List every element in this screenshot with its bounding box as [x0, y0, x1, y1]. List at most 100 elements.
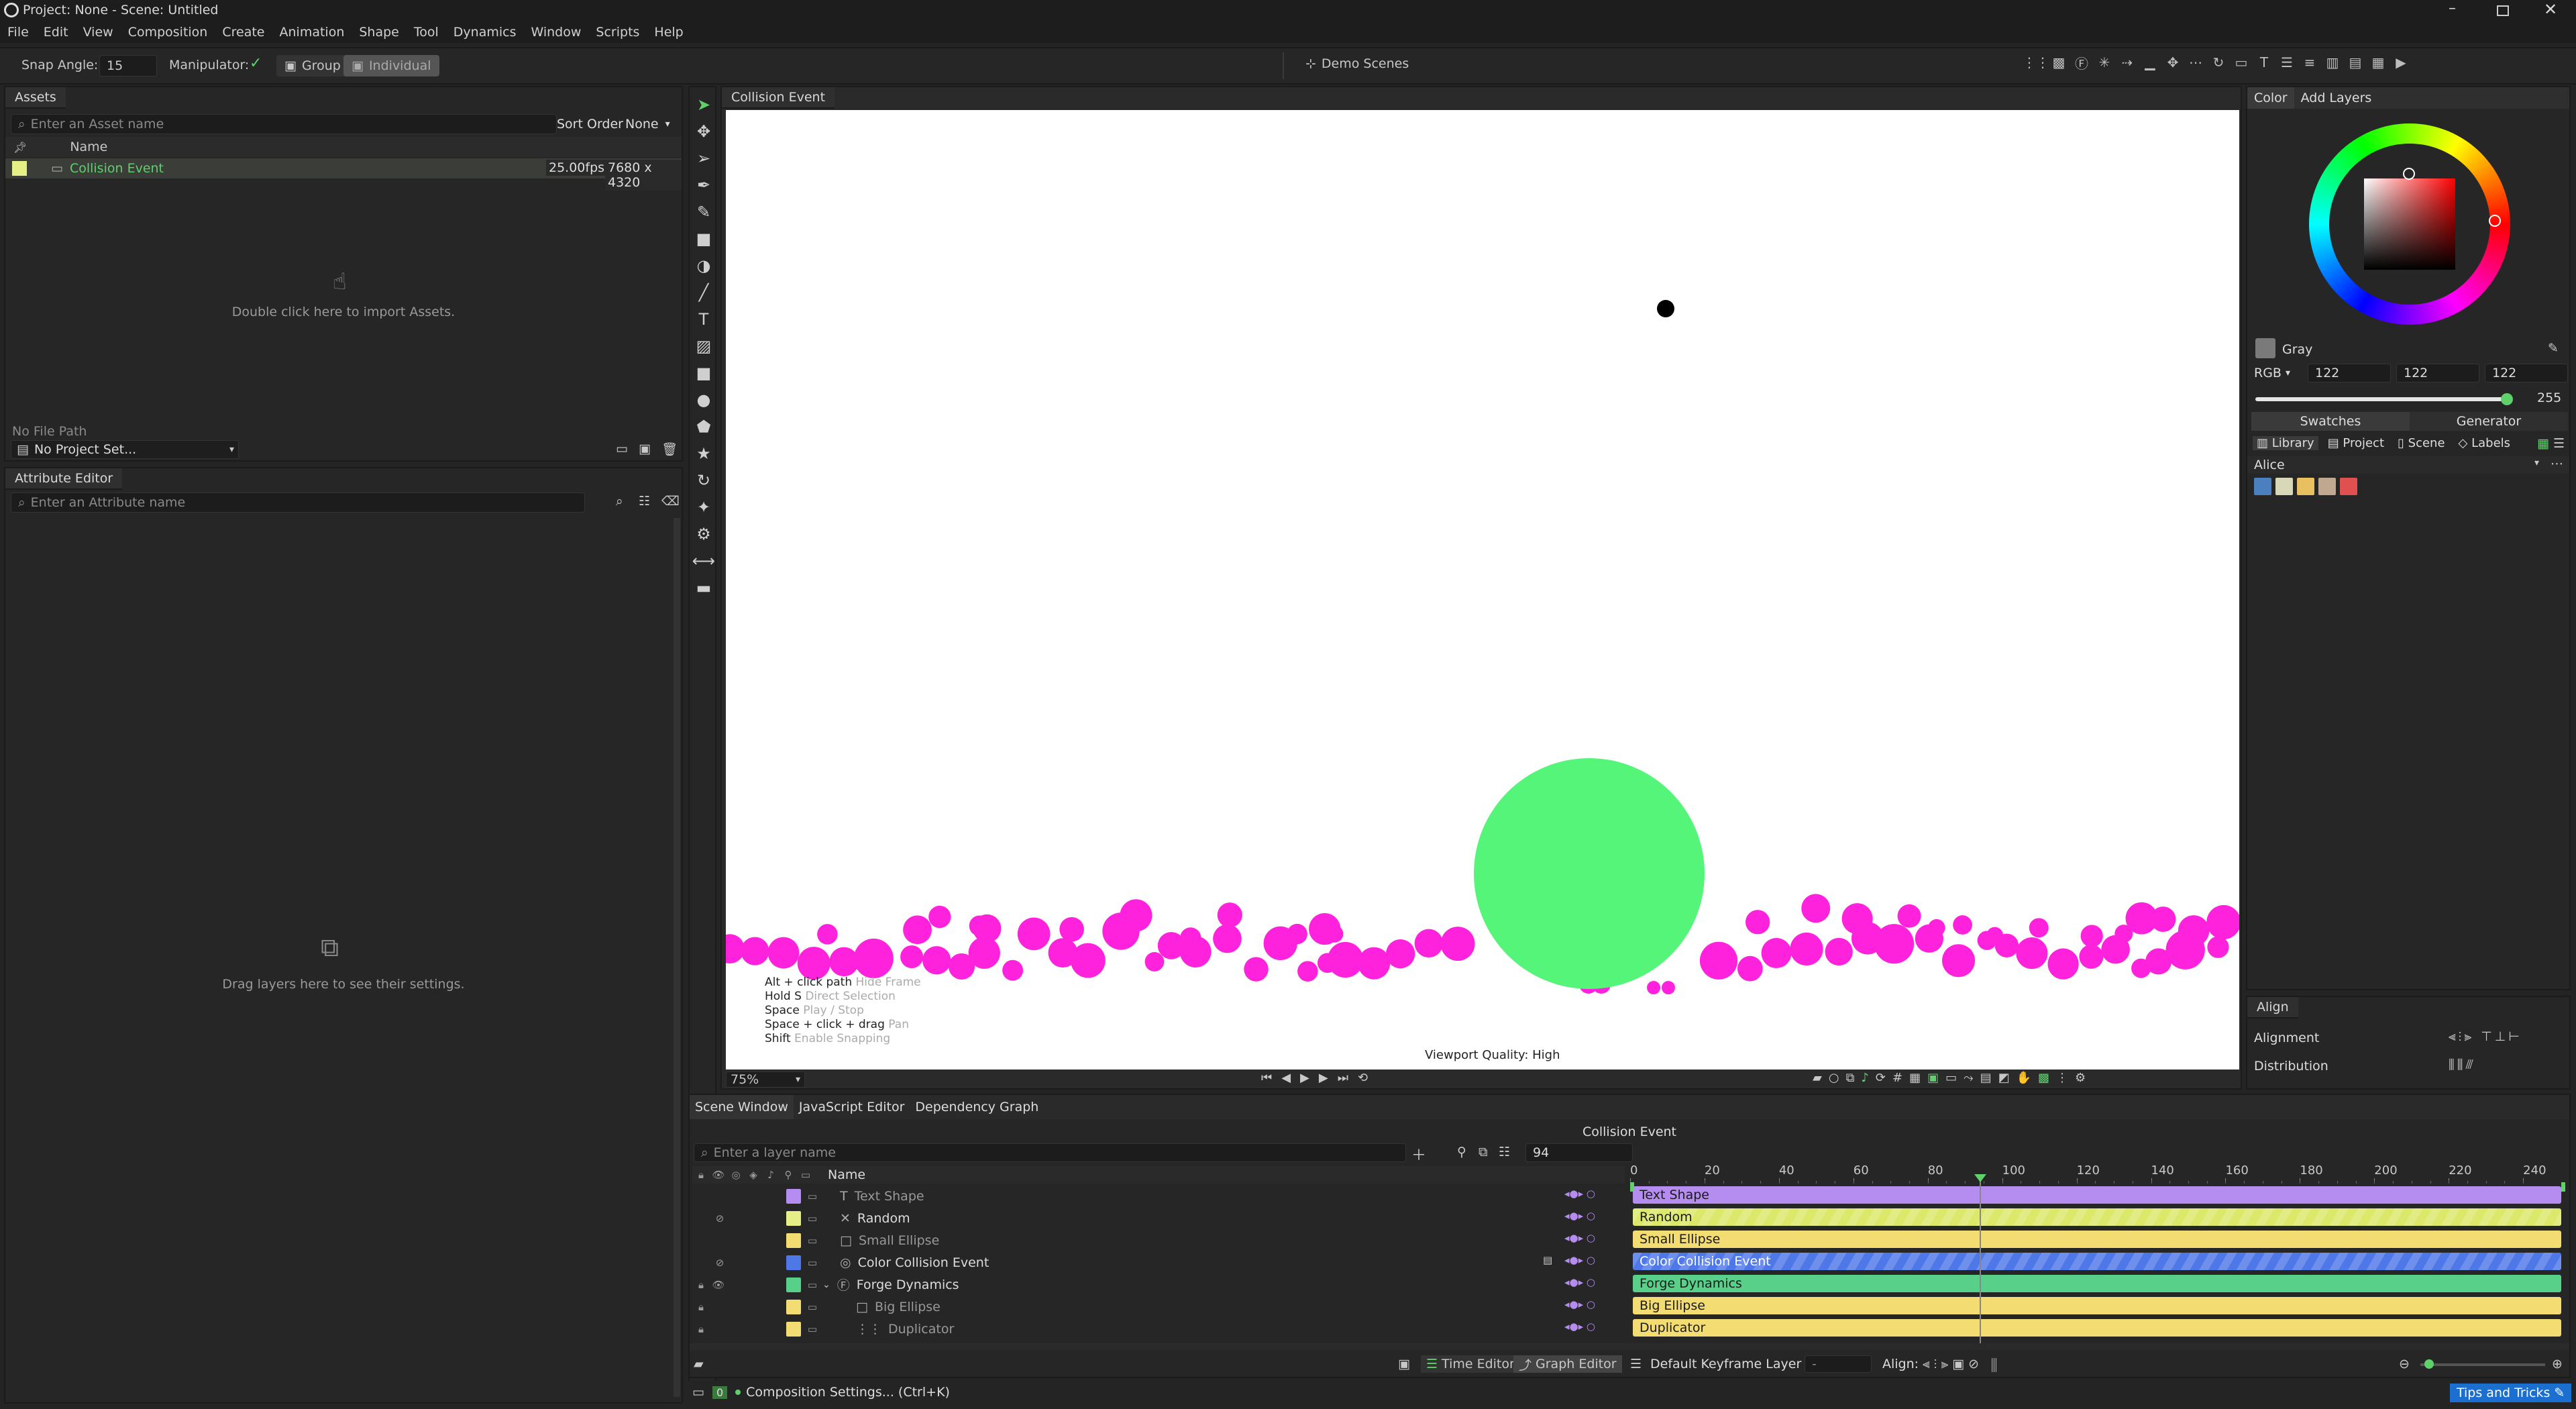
- menu-edit[interactable]: Edit: [36, 25, 76, 40]
- lock-column-icon[interactable]: 🔒︎: [692, 1166, 710, 1184]
- timeline-bar[interactable]: Forge Dynamics: [1633, 1275, 2561, 1292]
- scrollbar[interactable]: [674, 518, 680, 1397]
- tab-generator[interactable]: Generator: [2410, 414, 2568, 429]
- layer-row[interactable]: 🔒︎ ▭ □ Big Ellipse ◂●▸ ○: [692, 1296, 1626, 1318]
- layer-row[interactable]: ▭ □ Small Ellipse ◂●▸ ○: [692, 1229, 1626, 1251]
- layer-color-swatch[interactable]: [786, 1188, 801, 1204]
- menu-window[interactable]: Window: [523, 25, 588, 40]
- frame-input[interactable]: 94: [1525, 1143, 1633, 1162]
- menu-file[interactable]: File: [0, 25, 36, 40]
- camera-tool-icon[interactable]: ■: [690, 225, 718, 252]
- play-icon[interactable]: ▶︎: [1300, 1071, 1309, 1085]
- rectangle-tool-icon[interactable]: ■: [690, 360, 718, 386]
- link-icon[interactable]: ⚲: [1457, 1145, 1466, 1159]
- loop-icon[interactable]: ⟲: [1358, 1071, 1368, 1085]
- graph-editor-button[interactable]: ⤴ Graph Editor: [1513, 1355, 1622, 1373]
- path-icon[interactable]: ⤳: [1964, 1071, 1973, 1085]
- overlay-icon[interactable]: ◩: [1998, 1071, 2010, 1085]
- current-color-swatch[interactable]: [2255, 338, 2275, 358]
- layer-search-input[interactable]: ⌕ Enter a layer name: [694, 1143, 1406, 1162]
- motion-blur-icon[interactable]: [746, 1188, 786, 1205]
- palette-swatch-1[interactable]: [2254, 478, 2271, 495]
- tab-library[interactable]: ▥ Library: [2253, 436, 2318, 450]
- menu-composition[interactable]: Composition: [121, 25, 215, 40]
- viewport-tab[interactable]: Collision Event: [722, 87, 835, 109]
- menu-shape[interactable]: Shape: [352, 25, 407, 40]
- align-keys-icons[interactable]: ⫷⫶⫸▣⊘ ⫼: [1923, 1357, 2001, 1371]
- zoom-out-icon[interactable]: ⊖: [2399, 1357, 2410, 1371]
- nodes-icon[interactable]: ⧉: [1846, 1071, 1855, 1085]
- layer-row[interactable]: 🔒︎ ▭ ⋮⋮ Duplicator ◂●▸ ○: [692, 1318, 1626, 1340]
- status-text[interactable]: Composition Settings... (Ctrl+K): [746, 1385, 950, 1400]
- red-input[interactable]: 122: [2308, 364, 2391, 382]
- layer-row[interactable]: ▭ T Text Shape ◂●▸ ○: [692, 1185, 1626, 1207]
- distribution-icons[interactable]: ⫼⫼⫻: [2449, 1057, 2476, 1072]
- audio-icon[interactable]: ♪: [1861, 1071, 1869, 1085]
- collapse-column-icon[interactable]: ◈: [745, 1166, 762, 1184]
- arrow-right-icon[interactable]: ⇢: [2117, 52, 2137, 72]
- palette-header[interactable]: Alice ▾ ⋯: [2247, 456, 2569, 474]
- layer-row[interactable]: ⊘ ▭ ✕ Random ◂●▸ ○: [692, 1207, 1626, 1229]
- timeline-bar[interactable]: Color Collision Event: [1633, 1253, 2561, 1270]
- menu-animation[interactable]: Animation: [272, 25, 352, 40]
- layer-row[interactable]: ⊘ ▭ ◎ Color Collision Event ▤ ◂●▸ ○: [692, 1251, 1626, 1273]
- menu-help[interactable]: Help: [647, 25, 690, 40]
- monitor-icon[interactable]: ▭: [1945, 1071, 1957, 1085]
- hand-icon[interactable]: ✋: [2017, 1071, 2031, 1085]
- clear-icon[interactable]: ⌫: [661, 494, 680, 509]
- timeline-bar[interactable]: Duplicator: [1633, 1319, 2561, 1337]
- demo-scenes-button[interactable]: ⊹ Demo Scenes: [1305, 56, 1409, 71]
- more-icon[interactable]: ⋯: [2551, 456, 2563, 471]
- nodes-icon[interactable]: ⧉: [1479, 1145, 1488, 1159]
- range-start-handle[interactable]: [1630, 1182, 1634, 1192]
- tab-dependency-graph[interactable]: Dependency Graph: [910, 1100, 1044, 1114]
- audio-column-icon[interactable]: ♪: [762, 1166, 780, 1184]
- attribute-search-input[interactable]: ⌕ Enter an Attribute name: [11, 492, 585, 513]
- assets-tab[interactable]: Assets: [5, 87, 66, 109]
- film-icon[interactable]: ▦: [1909, 1071, 1921, 1085]
- eye-icon[interactable]: 👁︎: [710, 1276, 727, 1294]
- pencil-tool-icon[interactable]: ✎: [690, 199, 718, 225]
- import-hint[interactable]: Double click here to import Assets.: [5, 305, 682, 319]
- color-mode-select[interactable]: RGB ▾: [2254, 364, 2305, 382]
- layer-keys-icon[interactable]: ◂●▸ ○: [1564, 1210, 1595, 1222]
- gear-icon[interactable]: ⚙: [2075, 1071, 2086, 1085]
- sort-order-select[interactable]: None ▾: [625, 117, 670, 132]
- star-tool-icon[interactable]: ★: [690, 440, 718, 467]
- layer-color-swatch[interactable]: [786, 1210, 801, 1226]
- width-tool-icon[interactable]: ⟷: [690, 547, 718, 574]
- monitor-icon[interactable]: ▣: [639, 441, 651, 456]
- time-editor-button[interactable]: ☰ Time Editor: [1421, 1355, 1520, 1373]
- list-view-icon[interactable]: ☰: [2553, 436, 2565, 451]
- eraser-icon[interactable]: ▰: [694, 1357, 704, 1371]
- attribute-editor-tab[interactable]: Attribute Editor: [5, 468, 123, 490]
- open-folder-icon[interactable]: ▭: [616, 441, 628, 456]
- image-tool-icon[interactable]: ▨: [690, 333, 718, 360]
- keyframe-layer-label[interactable]: Default Keyframe Layer: [1650, 1357, 1801, 1371]
- sparkle-tool-icon[interactable]: ✦: [690, 494, 718, 521]
- trash-icon[interactable]: 🗑︎: [661, 441, 678, 457]
- tab-project[interactable]: ▤ Project: [2324, 436, 2388, 450]
- more-icon[interactable]: ⋮: [2056, 1071, 2068, 1085]
- tab-javascript-editor[interactable]: JavaScript Editor: [794, 1100, 910, 1114]
- next-frame-icon[interactable]: ▶︎: [1319, 1071, 1328, 1085]
- direct-select-icon[interactable]: ➢: [690, 145, 718, 172]
- eraser-icon[interactable]: ▰: [1813, 1071, 1822, 1085]
- blue-input[interactable]: 122: [2485, 364, 2568, 382]
- manipulator-check-icon[interactable]: ✓: [250, 55, 262, 72]
- line-tool-icon[interactable]: ╱: [690, 279, 718, 306]
- timeline[interactable]: 0 20 40 60 80 100 120 140 160 180 200 220 240 Text S…: [1630, 1163, 2568, 1351]
- move-tool-icon[interactable]: ✥: [690, 118, 718, 145]
- last-frame-icon[interactable]: ⏭: [1338, 1071, 1348, 1085]
- pen-tool-icon[interactable]: ✒: [690, 172, 718, 199]
- layer-keys-icon[interactable]: ◂●▸ ○: [1564, 1188, 1595, 1200]
- tab-color[interactable]: Color: [2247, 87, 2294, 109]
- split-icon[interactable]: ▦: [2368, 52, 2388, 72]
- lock-icon[interactable]: 🔒︎: [692, 1276, 710, 1294]
- panel-toggle-icon[interactable]: ▣: [1398, 1357, 1410, 1371]
- select-tool-icon[interactable]: ➤: [690, 91, 718, 118]
- layer-keys-icon[interactable]: ◂●▸ ○: [1564, 1320, 1595, 1333]
- palette-swatch-5[interactable]: [2340, 478, 2357, 495]
- green-input[interactable]: 122: [2396, 364, 2479, 382]
- text-tool-icon[interactable]: T: [690, 306, 718, 333]
